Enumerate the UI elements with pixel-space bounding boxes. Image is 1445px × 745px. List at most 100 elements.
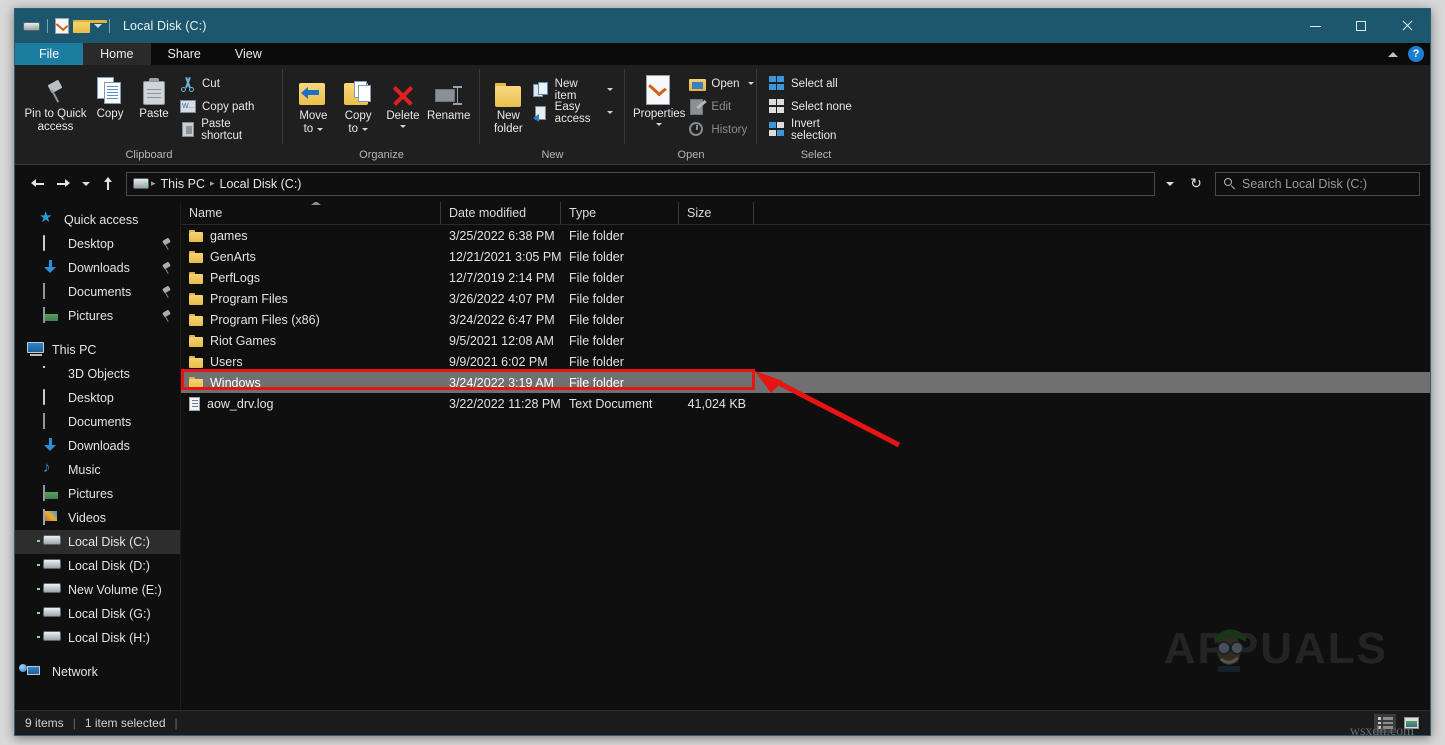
previous-locations-button[interactable] xyxy=(1157,172,1183,196)
table-row[interactable]: GenArts 12/21/2021 3:05 PM File folder xyxy=(181,246,1430,267)
sidebar-item-desktop-pc[interactable]: Desktop xyxy=(15,386,180,410)
file-type-cell: File folder xyxy=(561,229,679,243)
disk-icon xyxy=(43,606,61,622)
cut-button[interactable]: Cut xyxy=(176,73,275,94)
sidebar-item-documents[interactable]: Documents xyxy=(15,280,180,304)
sidebar-item-local-disk-d[interactable]: Local Disk (D:) xyxy=(15,554,180,578)
refresh-icon[interactable]: ↻ xyxy=(1183,172,1209,196)
new-folder-button[interactable]: New folder xyxy=(488,73,529,138)
ribbon-group-select: Select all Select none Invert selection … xyxy=(757,65,875,164)
delete-button[interactable]: Delete xyxy=(381,73,426,130)
minimize-button[interactable] xyxy=(1292,9,1338,43)
paste-shortcut-button[interactable]: Paste shortcut xyxy=(176,119,275,140)
appuals-watermark-text: APPUALS xyxy=(1164,624,1388,674)
rename-button[interactable]: Rename xyxy=(425,73,472,125)
invert-selection-button[interactable]: Invert selection xyxy=(765,119,867,140)
tab-home[interactable]: Home xyxy=(83,43,150,65)
table-row[interactable]: aow_drv.log 3/22/2022 11:28 PM Text Docu… xyxy=(181,393,1430,414)
properties-button[interactable]: Properties xyxy=(633,71,685,128)
breadcrumb-item-local-disk-c[interactable]: Local Disk (C:) xyxy=(215,177,307,191)
tab-file[interactable]: File xyxy=(15,43,83,65)
column-header-date-modified[interactable]: Date modified xyxy=(441,202,561,224)
chevron-down-icon[interactable] xyxy=(607,88,613,91)
sidebar-item-desktop[interactable]: Desktop xyxy=(15,232,180,256)
file-type-cell: File folder xyxy=(561,334,679,348)
help-icon[interactable]: ? xyxy=(1408,46,1424,62)
chevron-down-icon[interactable] xyxy=(656,123,662,126)
sidebar-item-documents-pc[interactable]: Documents xyxy=(15,410,180,434)
chevron-down-icon[interactable] xyxy=(94,24,102,28)
pin-icon xyxy=(162,311,172,322)
file-date-cell: 3/24/2022 6:47 PM xyxy=(441,313,561,327)
select-all-button[interactable]: Select all xyxy=(765,73,867,94)
paste-button[interactable]: Paste xyxy=(132,71,176,123)
table-row[interactable]: Riot Games 9/5/2021 12:08 AM File folder xyxy=(181,330,1430,351)
table-row[interactable]: Users 9/9/2021 6:02 PM File folder xyxy=(181,351,1430,372)
properties-icon[interactable] xyxy=(55,18,69,34)
sidebar-item-music[interactable]: Music xyxy=(15,458,180,482)
forward-button[interactable] xyxy=(51,172,75,196)
table-row[interactable]: Program Files 3/26/2022 4:07 PM File fol… xyxy=(181,288,1430,309)
chevron-down-icon[interactable] xyxy=(362,128,368,131)
file-date-cell: 9/5/2021 12:08 AM xyxy=(441,334,561,348)
recent-locations-button[interactable] xyxy=(77,172,94,196)
collapse-ribbon-icon[interactable] xyxy=(1388,52,1398,57)
open-button[interactable]: Open xyxy=(685,73,757,94)
copy-to-button[interactable]: Copy to xyxy=(336,73,381,138)
easy-access-button[interactable]: Easy access xyxy=(529,102,617,123)
folder-icon xyxy=(189,230,203,242)
back-button[interactable] xyxy=(25,172,49,196)
table-row[interactable]: PerfLogs 12/7/2019 2:14 PM File folder xyxy=(181,267,1430,288)
table-row[interactable]: Program Files (x86) 3/24/2022 6:47 PM Fi… xyxy=(181,309,1430,330)
file-date-cell: 12/7/2019 2:14 PM xyxy=(441,271,561,285)
maximize-button[interactable] xyxy=(1338,9,1384,43)
column-header-name[interactable]: Name xyxy=(181,202,441,224)
new-item-button[interactable]: New item xyxy=(529,79,617,100)
tab-share[interactable]: Share xyxy=(151,43,218,65)
sidebar-item-videos[interactable]: Videos xyxy=(15,506,180,530)
ribbon-tabs: File Home Share View ? xyxy=(15,43,1430,65)
sidebar-item-new-volume-e[interactable]: New Volume (E:) xyxy=(15,578,180,602)
pin-to-quick-access-button[interactable]: Pin to Quick access xyxy=(23,71,88,136)
sidebar-item-local-disk-g[interactable]: Local Disk (G:) xyxy=(15,602,180,626)
history-label: History xyxy=(711,124,747,136)
chevron-down-icon[interactable] xyxy=(317,128,323,131)
file-date-cell: 3/24/2022 3:19 AM xyxy=(441,376,561,390)
up-button[interactable] xyxy=(96,172,120,196)
sidebar-item-downloads-pc[interactable]: Downloads xyxy=(15,434,180,458)
move-to-button[interactable]: Move to xyxy=(291,73,336,138)
copy-path-button[interactable]: Copy path xyxy=(176,96,275,117)
copy-button[interactable]: Copy xyxy=(88,71,132,123)
sidebar-item-downloads[interactable]: Downloads xyxy=(15,256,180,280)
table-row[interactable]: games 3/25/2022 6:38 PM File folder xyxy=(181,225,1430,246)
chevron-down-icon[interactable] xyxy=(400,125,406,128)
sidebar-item-local-disk-h[interactable]: Local Disk (H:) xyxy=(15,626,180,650)
open-label: Open xyxy=(711,78,739,90)
file-date-cell: 3/22/2022 11:28 PM xyxy=(441,397,561,411)
videos-icon xyxy=(43,510,61,526)
sidebar-item-pictures[interactable]: Pictures xyxy=(15,304,180,328)
sidebar-item-local-disk-c[interactable]: Local Disk (C:) xyxy=(15,530,180,554)
copy-to-line1: Copy xyxy=(345,110,372,123)
folder-icon xyxy=(189,335,203,347)
tab-view[interactable]: View xyxy=(218,43,279,65)
select-none-button[interactable]: Select none xyxy=(765,96,867,117)
column-label: Size xyxy=(687,206,711,220)
close-button[interactable] xyxy=(1384,9,1430,43)
appuals-mascot-icon xyxy=(1206,620,1252,672)
column-header-type[interactable]: Type xyxy=(561,202,679,224)
sidebar-item-3d-objects[interactable]: 3D Objects xyxy=(15,362,180,386)
table-row-selected[interactable]: Windows 3/24/2022 3:19 AM File folder xyxy=(181,372,1430,393)
column-header-size[interactable]: Size xyxy=(679,202,754,224)
breadcrumb-item-this-pc[interactable]: This PC xyxy=(156,177,210,191)
drive-icon[interactable] xyxy=(23,20,40,32)
sidebar-item-quick-access[interactable]: Quick access xyxy=(15,208,180,232)
chevron-down-icon[interactable] xyxy=(748,82,754,85)
sidebar-item-network[interactable]: Network xyxy=(15,660,180,684)
breadcrumb[interactable]: ▸ This PC ▸ Local Disk (C:) xyxy=(126,172,1155,196)
chevron-down-icon[interactable] xyxy=(607,111,613,114)
sidebar-item-pictures-pc[interactable]: Pictures xyxy=(15,482,180,506)
sidebar-item-this-pc[interactable]: This PC xyxy=(15,338,180,362)
new-folder-icon[interactable] xyxy=(73,20,90,33)
search-input[interactable]: Search Local Disk (C:) xyxy=(1215,172,1420,196)
